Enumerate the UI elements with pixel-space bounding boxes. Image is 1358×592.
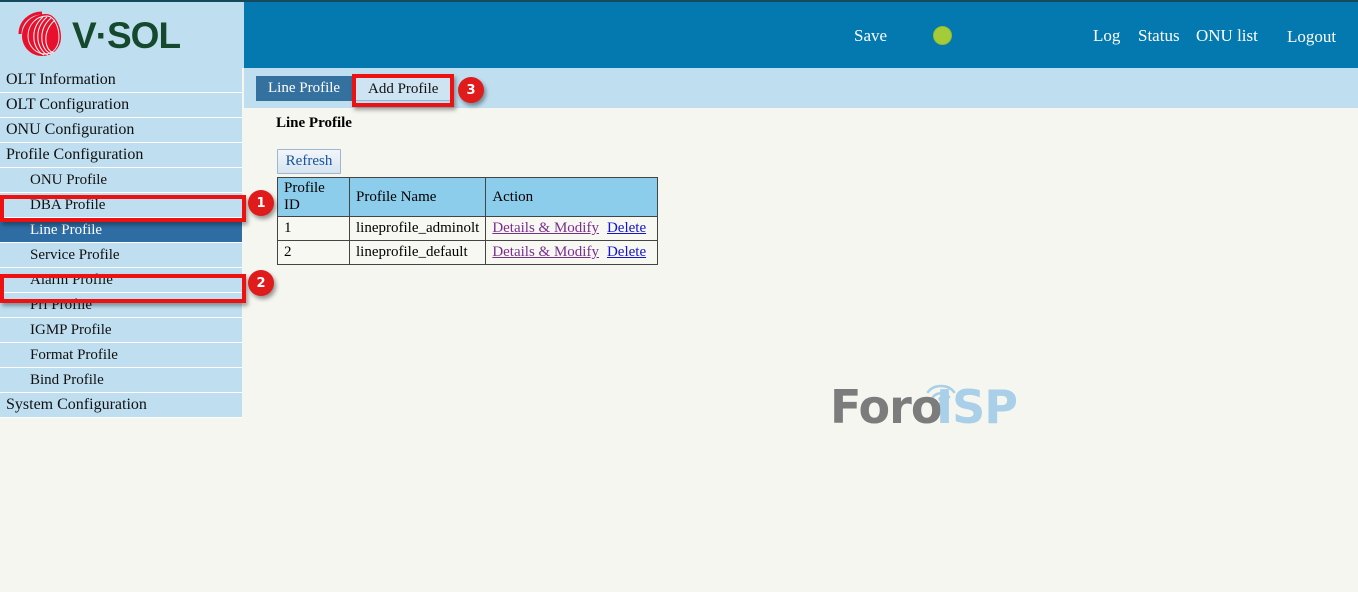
line-profile-table: Profile ID Profile Name Action 1lineprof… bbox=[277, 177, 658, 265]
tab-line-profile[interactable]: Line Profile bbox=[256, 76, 352, 101]
delete-link[interactable]: Delete bbox=[607, 244, 646, 260]
app-header: V·SOL Save Log Status ONU list Logout bbox=[0, 2, 1358, 68]
sidebar-item-label: Bind Profile bbox=[30, 372, 104, 389]
sidebar-item-format-profile[interactable]: Format Profile bbox=[0, 343, 242, 368]
table-row: 2lineprofile_default Details & Modify Dele… bbox=[278, 241, 658, 265]
content-area: Line Profile Refresh Profile ID Profile … bbox=[244, 108, 1358, 592]
sidebar-item-profile-configuration[interactable]: Profile Configuration bbox=[0, 143, 242, 168]
save-button[interactable]: Save bbox=[854, 26, 887, 46]
column-header-action: Action bbox=[486, 178, 658, 217]
sidebar-item-label: DBA Profile bbox=[30, 197, 105, 214]
sidebar-item-label: ONU Configuration bbox=[6, 121, 134, 139]
sidebar-item-olt-information[interactable]: OLT Information bbox=[0, 68, 242, 93]
tab-strip: Line Profile Add Profile bbox=[244, 68, 1358, 108]
sidebar-item-onu-profile[interactable]: ONU Profile bbox=[0, 168, 242, 193]
onu-list-link[interactable]: ONU list bbox=[1196, 26, 1258, 46]
sidebar-item-alarm-profile[interactable]: Alarm Profile bbox=[0, 268, 242, 293]
sidebar-item-label: Service Profile bbox=[30, 247, 120, 264]
foroisp-watermark: Foro ISP bbox=[830, 376, 1030, 436]
cell-action: Details & Modify Delete bbox=[486, 217, 658, 241]
cell-action: Details & Modify Delete bbox=[486, 241, 658, 265]
log-link[interactable]: Log bbox=[1093, 26, 1120, 46]
delete-link[interactable]: Delete bbox=[607, 220, 646, 236]
cell-profile-name: lineprofile_adminolt bbox=[350, 217, 486, 241]
details-modify-link[interactable]: Details & Modify bbox=[492, 244, 599, 260]
sidebar-item-service-profile[interactable]: Service Profile bbox=[0, 243, 242, 268]
header-bar: Save Log Status ONU list Logout bbox=[244, 2, 1358, 68]
sidebar-item-label: OLT Configuration bbox=[6, 96, 129, 114]
cell-profile-id: 2 bbox=[278, 241, 350, 265]
table-row: 1lineprofile_adminolt Details & Modify Del… bbox=[278, 217, 658, 241]
cell-profile-id: 1 bbox=[278, 217, 350, 241]
table-header-row: Profile ID Profile Name Action bbox=[278, 178, 658, 217]
sidebar-item-dba-profile[interactable]: DBA Profile bbox=[0, 193, 242, 218]
sidebar-item-label: Line Profile bbox=[30, 222, 102, 239]
sidebar-item-pri-profile[interactable]: Pri Profile bbox=[0, 293, 242, 318]
sidebar-item-label: ONU Profile bbox=[30, 172, 107, 189]
refresh-button[interactable]: Refresh bbox=[277, 149, 341, 174]
sidebar-nav: OLT Information OLT Configuration ONU Conf… bbox=[0, 68, 244, 592]
cell-profile-name: lineprofile_default bbox=[350, 241, 486, 265]
sidebar-item-label: System Configuration bbox=[6, 396, 147, 414]
page-title: Line Profile bbox=[276, 115, 352, 132]
column-header-profile-id: Profile ID bbox=[278, 178, 350, 217]
sidebar-item-system-configuration[interactable]: System Configuration bbox=[0, 393, 242, 418]
sidebar-item-label: Alarm Profile bbox=[30, 272, 113, 289]
column-header-profile-name: Profile Name bbox=[350, 178, 486, 217]
watermark-text-foro: Foro bbox=[830, 384, 941, 430]
sidebar-item-igmp-profile[interactable]: IGMP Profile bbox=[0, 318, 242, 343]
sidebar-item-line-profile[interactable]: Line Profile bbox=[0, 218, 242, 243]
brand-name: V·SOL bbox=[72, 17, 180, 54]
brand-logo-panel: V·SOL bbox=[0, 2, 244, 68]
sidebar-item-label: Format Profile bbox=[30, 347, 118, 364]
sidebar-item-label: Pri Profile bbox=[30, 297, 92, 314]
sidebar-item-label: OLT Information bbox=[6, 71, 116, 89]
sidebar-item-label: Profile Configuration bbox=[6, 146, 143, 164]
tab-add-profile[interactable]: Add Profile bbox=[355, 76, 451, 101]
logout-link[interactable]: Logout bbox=[1287, 27, 1336, 47]
details-modify-link[interactable]: Details & Modify bbox=[492, 220, 599, 236]
sidebar-item-olt-configuration[interactable]: OLT Configuration bbox=[0, 93, 242, 118]
status-link[interactable]: Status bbox=[1138, 26, 1180, 46]
sidebar-item-label: IGMP Profile bbox=[30, 322, 112, 339]
watermark-text-isp: ISP bbox=[936, 384, 1017, 430]
sidebar-item-bind-profile[interactable]: Bind Profile bbox=[0, 368, 242, 393]
sidebar-item-onu-configuration[interactable]: ONU Configuration bbox=[0, 118, 242, 143]
status-dot-icon bbox=[933, 26, 952, 45]
wifi-antenna-icon bbox=[928, 386, 954, 397]
vsol-spiral-logo-icon bbox=[16, 10, 66, 60]
